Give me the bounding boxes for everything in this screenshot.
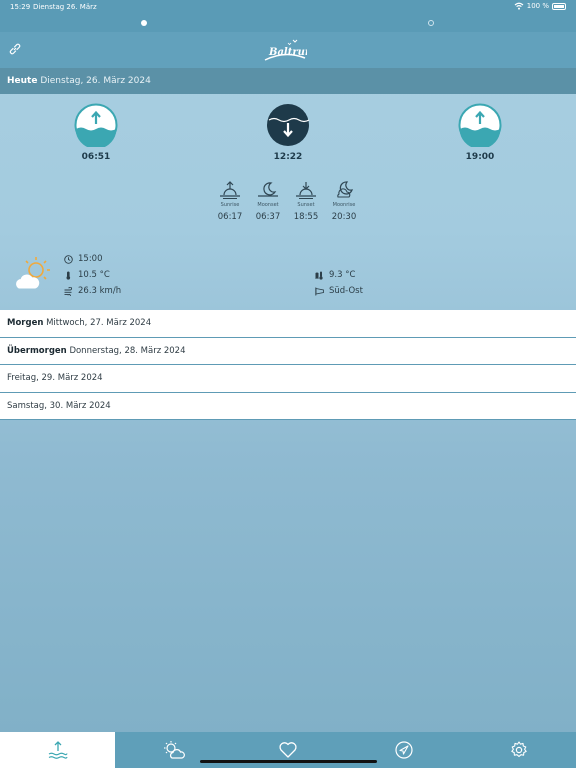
wind-direction: Süd-Ost	[329, 286, 363, 296]
sunrise-icon	[220, 181, 240, 199]
air-temperature: 10.5 °C	[78, 270, 110, 280]
day-row-tomorrow[interactable]: Morgen Mittwoch, 27. März 2024	[0, 310, 576, 338]
settings-icon	[511, 741, 527, 758]
moonset-block: Moonset 06:37	[248, 180, 288, 222]
app-header: Baltrum	[0, 32, 576, 68]
sunset-time: 18:55	[293, 212, 319, 222]
air-temp-row: 10.5 °C	[64, 270, 110, 280]
weather-time-row: 15:00	[64, 254, 103, 264]
day-date: Freitag, 29. März 2024	[7, 373, 103, 383]
tide-time-2: 12:22	[273, 152, 303, 162]
moonrise-icon	[337, 181, 353, 198]
tab-tides[interactable]	[0, 732, 116, 768]
weather-time: 15:00	[78, 254, 103, 264]
clock-icon	[64, 254, 73, 264]
moonrise-label: Moonrise	[332, 202, 356, 208]
moonrise-time: 20:30	[331, 212, 357, 222]
wind-direction-row: Süd-Ost	[315, 286, 363, 296]
battery-percent: 100 %	[526, 2, 549, 10]
sunset-label: Sunset	[297, 202, 315, 208]
tide-time-1: 06:51	[81, 152, 111, 162]
day-row-saturday[interactable]: Samstag, 30. März 2024	[0, 392, 576, 420]
today-header: Heute Dienstag, 26. März 2024	[0, 68, 576, 94]
low-tide-icon	[267, 104, 310, 146]
wind-icon	[64, 286, 72, 296]
high-tide-icon	[458, 103, 502, 147]
day-date: Samstag, 30. März 2024	[7, 400, 111, 411]
home-indicator[interactable]	[200, 760, 377, 763]
today-date: Dienstag, 26. März 2024	[40, 76, 151, 86]
moonset-time: 06:37	[255, 212, 281, 222]
status-date: Dienstag 26. März	[33, 3, 97, 11]
day-row-day-after-tomorrow[interactable]: Übermorgen Donnerstag, 28. März 2024	[0, 337, 576, 365]
battery-icon	[552, 2, 566, 10]
sunset-block: Sunset 18:55	[286, 180, 326, 222]
tab-settings[interactable]	[461, 732, 576, 768]
high-tide-icon	[74, 103, 118, 147]
baltrum-logo: Baltrum	[264, 39, 307, 61]
tide-time-3: 19:00	[465, 152, 495, 162]
page-indicator-inactive[interactable]	[428, 20, 434, 26]
sunset-icon	[296, 182, 316, 199]
moonrise-block: Moonrise 20:30	[324, 180, 364, 222]
day-label: Morgen	[7, 318, 44, 328]
navigation-icon	[394, 741, 413, 759]
moonset-icon	[258, 182, 278, 197]
status-bar: 15:29 Dienstag 26. März 100 %	[0, 0, 576, 32]
status-right: 100 %	[514, 2, 566, 10]
day-date: Donnerstag, 28. März 2024	[69, 345, 186, 356]
page-indicator-active[interactable]	[141, 20, 147, 26]
tides-icon	[48, 741, 68, 759]
water-temp-row: 9.3 °C	[315, 270, 355, 280]
day-list: Morgen Mittwoch, 27. März 2024 Übermorge…	[0, 310, 576, 420]
status-time: 15:29	[10, 3, 31, 11]
partly-cloudy-icon	[16, 257, 50, 289]
water-temperature: 9.3 °C	[329, 270, 356, 280]
thermometer-icon	[66, 271, 71, 280]
sunrise-time: 06:17	[217, 212, 243, 222]
day-label: Übermorgen	[7, 345, 67, 356]
weather-icon	[164, 741, 186, 759]
logo-text: Baltrum	[268, 47, 307, 58]
day-date: Mittwoch, 27. März 2024	[46, 318, 152, 328]
day-row-friday[interactable]: Freitag, 29. März 2024	[0, 365, 576, 393]
wind-speed: 26.3 km/h	[78, 286, 122, 296]
sunrise-block: Sunrise 06:17	[210, 180, 250, 222]
today-label: Heute	[7, 76, 38, 86]
water-temperature-icon	[315, 271, 323, 280]
sunrise-label: Sunrise	[220, 202, 240, 208]
heart-icon	[279, 742, 297, 758]
wind-speed-row: 26.3 km/h	[64, 286, 121, 296]
windsock-icon	[315, 287, 324, 295]
moonset-label: Moonset	[257, 202, 279, 208]
link-icon[interactable]	[8, 42, 22, 56]
wifi-icon	[514, 2, 524, 10]
